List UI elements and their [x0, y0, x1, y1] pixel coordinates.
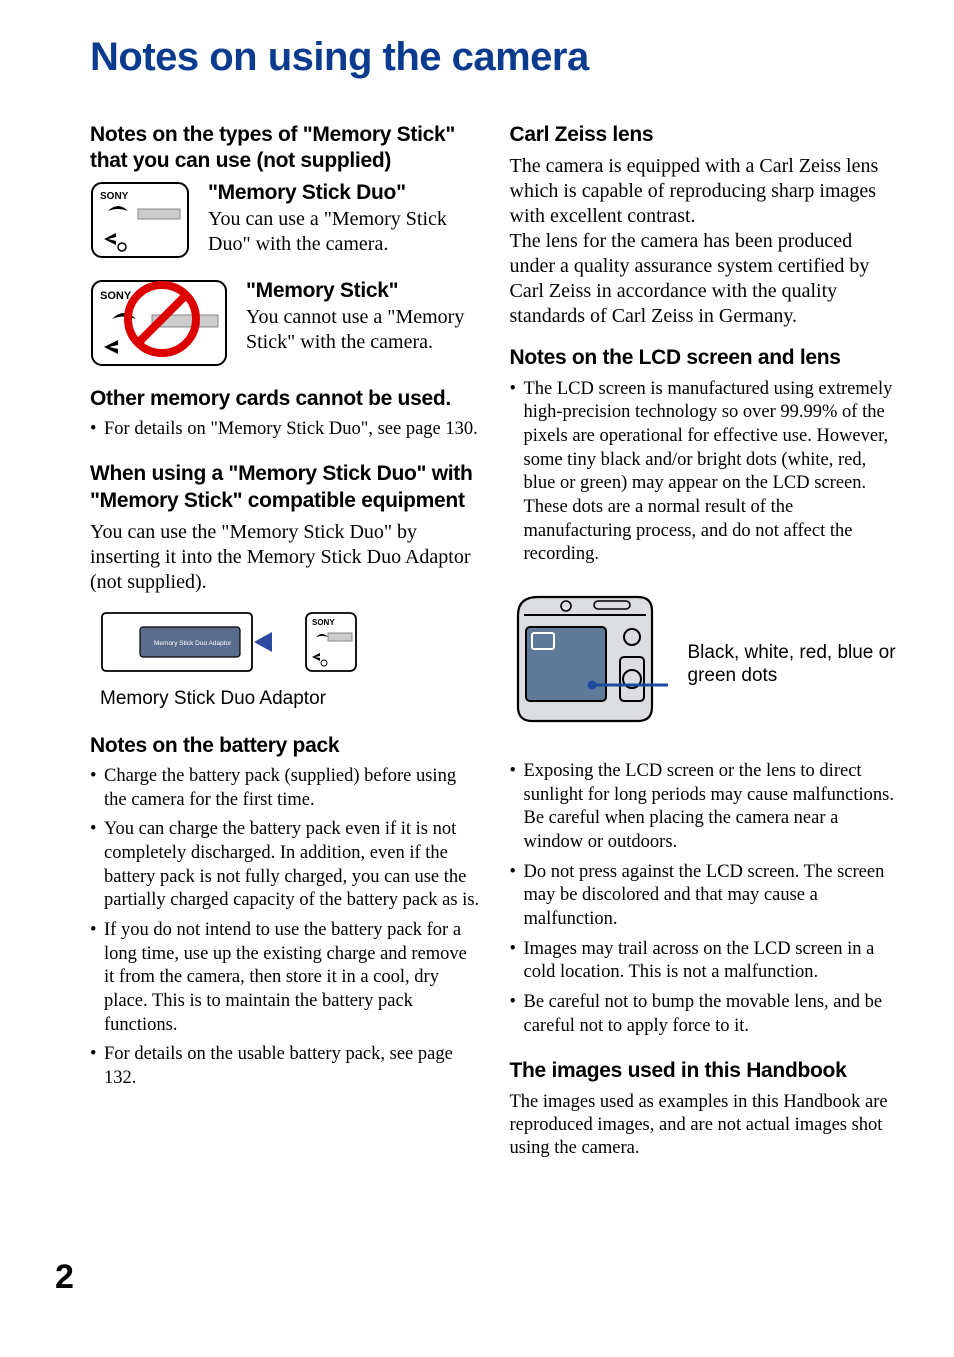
memory-stick-prohibited-icon: SONY — [90, 279, 228, 372]
svg-text:Memory Stick Duo Adaptor: Memory Stick Duo Adaptor — [154, 640, 232, 647]
memory-stick-duo-heading: "Memory Stick Duo" — [208, 181, 480, 205]
zeiss-paragraph-1: The camera is equipped with a Carl Zeiss… — [510, 154, 900, 229]
content-columns: Notes on the types of "Memory Stick" tha… — [90, 122, 899, 1160]
svg-text:SONY: SONY — [100, 191, 129, 202]
heading-zeiss: Carl Zeiss lens — [510, 122, 900, 148]
battery-list: Charge the battery pack (supplied) befor… — [90, 765, 480, 1091]
list-item: For details on "Memory Stick Duo", see p… — [90, 418, 480, 442]
list-item: Exposing the LCD screen or the lens to d… — [510, 760, 900, 855]
right-column: Carl Zeiss lens The camera is equipped w… — [510, 122, 900, 1160]
memory-stick-row: SONY "Memory Stick" You cannot use a "Me… — [90, 279, 480, 372]
other-cards-list: For details on "Memory Stick Duo", see p… — [90, 418, 480, 442]
svg-text:SONY: SONY — [312, 618, 335, 627]
lcd-list-bottom: Exposing the LCD screen or the lens to d… — [510, 760, 900, 1038]
heading-handbook: The images used in this Handbook — [510, 1058, 900, 1084]
memory-stick-duo-icon: SONY — [90, 181, 190, 264]
lcd-callout-row: Black, white, red, blue or green dots — [510, 587, 900, 742]
heading-battery: Notes on the battery pack — [90, 733, 480, 759]
memory-stick-body: You cannot use a "Memory Stick" with the… — [246, 305, 480, 355]
list-item: Charge the battery pack (supplied) befor… — [90, 765, 480, 812]
list-item: You can charge the battery pack even if … — [90, 818, 480, 913]
page-title: Notes on using the camera — [90, 35, 899, 80]
list-item: Be careful not to bump the movable lens,… — [510, 991, 900, 1038]
list-item: The LCD screen is manufactured using ext… — [510, 378, 900, 567]
memory-stick-heading: "Memory Stick" — [246, 279, 480, 303]
heading-lcd: Notes on the LCD screen and lens — [510, 345, 900, 371]
adaptor-caption: Memory Stick Duo Adaptor — [100, 688, 480, 711]
adaptor-body: You can use the "Memory Stick Duo" by in… — [90, 520, 480, 595]
lcd-callout-text: Black, white, red, blue or green dots — [688, 641, 900, 689]
zeiss-paragraph-2: The lens for the camera has been produce… — [510, 229, 900, 329]
list-item: For details on the usable battery pack, … — [90, 1043, 480, 1090]
memory-stick-duo-row: SONY "Memory Stick Duo" You can use a "M… — [90, 181, 480, 265]
heading-memstick-types: Notes on the types of "Memory Stick" tha… — [90, 122, 480, 175]
heading-other-cards: Other memory cards cannot be used. — [90, 386, 480, 412]
handbook-body: The images used as examples in this Hand… — [510, 1091, 900, 1160]
list-item: Do not press against the LCD screen. The… — [510, 861, 900, 932]
camera-rear-icon — [510, 587, 670, 742]
svg-text:SONY: SONY — [100, 290, 132, 302]
list-item: Images may trail across on the LCD scree… — [510, 938, 900, 985]
adaptor-figure: Memory Stick Duo Adaptor SONY — [100, 607, 480, 682]
lcd-list-top: The LCD screen is manufactured using ext… — [510, 378, 900, 567]
left-column: Notes on the types of "Memory Stick" tha… — [90, 122, 480, 1160]
page: Notes on using the camera Notes on the t… — [0, 0, 954, 1357]
page-number: 2 — [55, 1258, 74, 1297]
heading-adaptor: When using a "Memory Stick Duo" with "Me… — [90, 461, 480, 514]
list-item: If you do not intend to use the battery … — [90, 919, 480, 1037]
memory-stick-duo-body: You can use a "Memory Stick Duo" with th… — [208, 207, 480, 257]
